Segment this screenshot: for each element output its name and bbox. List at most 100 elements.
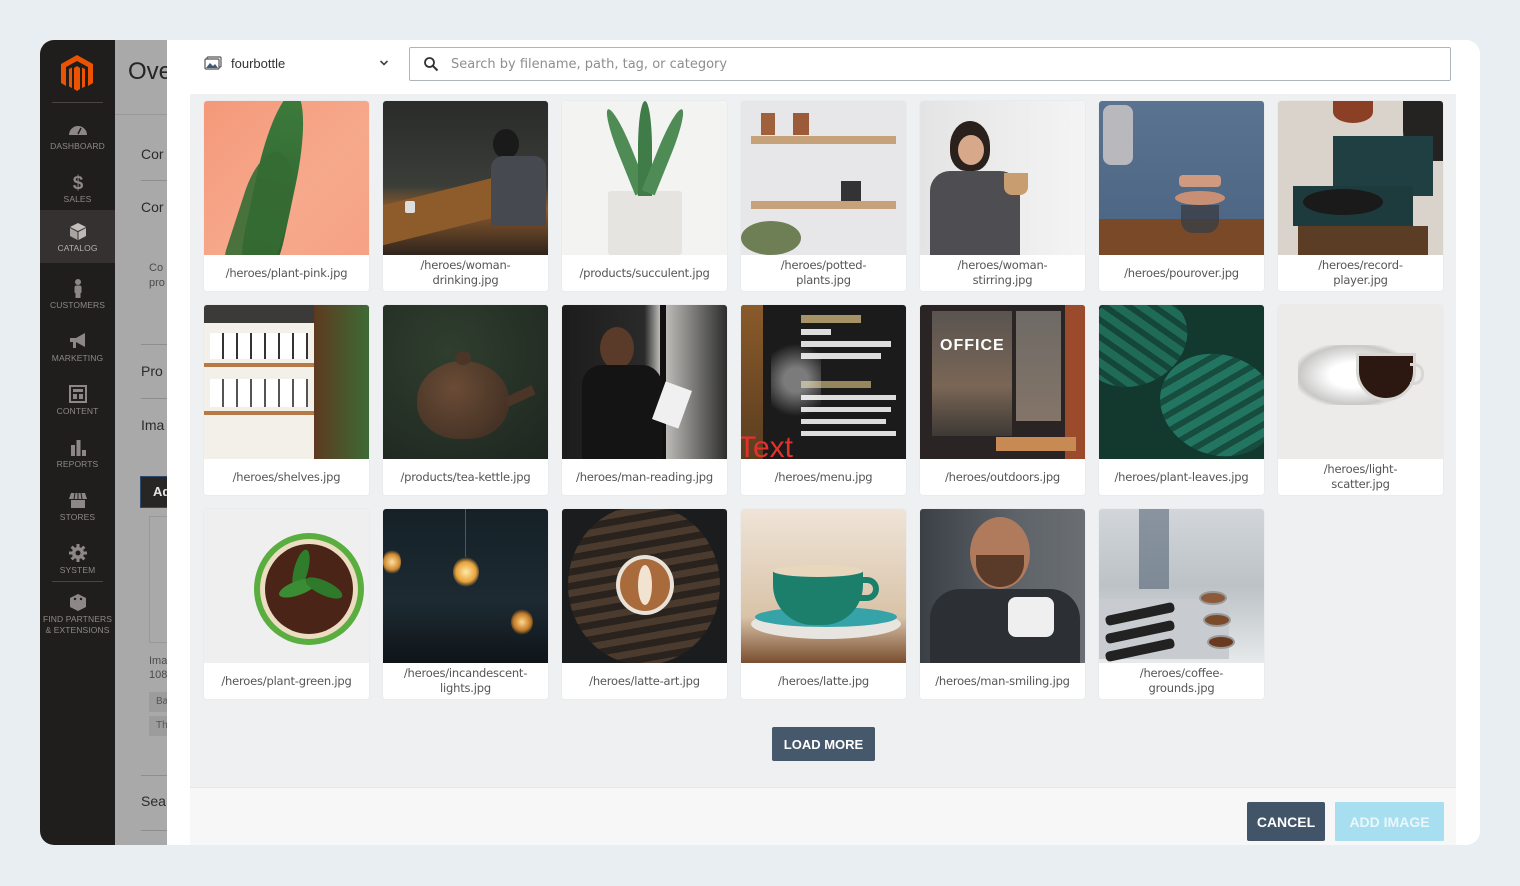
section-heading: Sea [141,793,166,809]
search-input[interactable] [451,49,1450,79]
svg-text:$: $ [72,173,83,192]
cancel-button[interactable]: CANCEL [1247,802,1325,841]
thumbnail-shape [493,129,519,159]
thumbnail-shape: OFFICE [940,337,1005,354]
thumbnail-shape [996,437,1076,451]
image-info: 108 [149,669,167,681]
thumbnail-shape [608,191,682,255]
thumbnail-shape [1203,613,1231,627]
sidebar-item-stores[interactable]: STORES [40,482,115,535]
image-card[interactable]: /heroes/latte.jpg [741,509,906,699]
image-card[interactable]: /heroes/plant-pink.jpg [204,101,369,291]
image-card[interactable]: /heroes/shelves.jpg [204,305,369,495]
image-thumbnail[interactable] [383,509,548,663]
image-thumbnail[interactable] [562,305,727,459]
image-thumbnail[interactable] [741,509,906,663]
sidebar-item-label: CONTENT [56,406,99,416]
image-card[interactable]: /heroes/coffee-grounds.jpg [1099,509,1264,699]
add-image-button[interactable]: ADD IMAGE [1335,802,1444,841]
load-more-button[interactable]: LOAD MORE [772,727,875,761]
layout-icon [68,385,87,403]
sidebar-item-label: SYSTEM [59,565,96,575]
thumbnail-shape [1008,597,1054,637]
image-thumbnail[interactable] [204,509,369,663]
image-thumbnail[interactable] [741,101,906,255]
image-card[interactable]: /heroes/record-player.jpg [1278,101,1443,291]
section-heading: Pro [141,363,163,379]
image-card[interactable]: /heroes/light-scatter.jpg [1278,305,1443,495]
image-thumbnail[interactable] [1099,305,1264,459]
image-card[interactable]: /heroes/incandescent-lights.jpg [383,509,548,699]
image-thumbnail[interactable]: Text [741,305,906,459]
image-thumbnail[interactable] [1278,305,1443,459]
image-thumbnail[interactable] [1099,509,1264,663]
image-card[interactable]: /heroes/plant-green.jpg [204,509,369,699]
image-card[interactable]: /heroes/potted-plants.jpg [741,101,906,291]
image-card[interactable]: /heroes/man-smiling.jpg [920,509,1085,699]
source-select[interactable]: fourbottle [204,50,389,76]
thumbnail-shape [383,549,401,575]
sidebar-item-label: REPORTS [56,459,99,469]
sidebar-item-label: DASHBOARD [50,141,105,151]
image-path-label: /heroes/light-scatter.jpg [1323,462,1398,491]
image-card[interactable]: /heroes/plant-leaves.jpg [1099,305,1264,495]
divider [141,180,167,181]
image-thumbnail[interactable] [920,509,1085,663]
image-card[interactable]: OFFICE /heroes/outdoors.jpg [920,305,1085,495]
thumbnail-shape [1016,311,1061,421]
thumbnail-shape [465,509,466,557]
image-card[interactable]: /heroes/woman-stirring.jpg [920,101,1085,291]
image-thumbnail[interactable] [383,305,548,459]
image-thumbnail[interactable] [204,101,369,255]
thumbnail-shape [741,221,801,255]
image-path-label: /heroes/record-player.jpg [1318,258,1403,287]
sidebar-item-label: CATALOG [57,243,98,253]
text-overlay: Text [741,431,794,460]
image-card[interactable]: /heroes/man-reading.jpg [562,305,727,495]
image-thumbnail[interactable] [383,101,548,255]
image-card[interactable]: /heroes/latte-art.jpg [562,509,727,699]
image-thumbnail[interactable] [204,305,369,459]
sidebar-item-dashboard[interactable]: DASHBOARD [40,111,115,164]
image-card[interactable]: Text/heroes/menu.jpg [741,305,906,495]
section-snippet: pro [149,277,165,289]
sidebar-item-content[interactable]: CONTENT [40,376,115,429]
image-thumbnail[interactable] [920,101,1085,255]
image-thumbnail[interactable] [562,101,727,255]
image-thumbnail[interactable] [1099,101,1264,255]
image-card[interactable]: /heroes/pourover.jpg [1099,101,1264,291]
image-picker-modal: fourbottle /heroes/plant-pink.jpg /heroe… [190,40,1456,845]
image-thumbnail[interactable]: OFFICE [920,305,1085,459]
extensions-box-icon [69,594,86,611]
person-icon [74,279,81,298]
image-path-label: /heroes/man-reading.jpg [576,469,713,484]
image-card[interactable]: /products/tea-kettle.jpg [383,305,548,495]
thumbnail-shape [638,565,652,605]
image-grid: /heroes/plant-pink.jpg /heroes/woman-dri… [204,101,1444,699]
sidebar-item-find-partners[interactable]: FIND PARTNERS & EXTENSIONS [40,588,115,644]
image-path-label: /heroes/outdoors.jpg [944,469,1061,484]
section-heading: Cor [141,146,164,162]
divider [141,775,167,776]
thumbnail-shape [1103,105,1133,165]
thumbnail-shape [453,557,479,587]
image-path-label: /heroes/incandescent-lights.jpg [403,666,528,695]
image-path-label: /heroes/menu.jpg [774,469,873,484]
sidebar-item-label: STORES [59,512,96,522]
image-path-label: /heroes/woman-stirring.jpg [957,258,1048,287]
divider [52,581,103,582]
image-thumbnail[interactable] [562,509,727,663]
role-chip: Ba [149,692,167,712]
magento-logo-icon[interactable] [60,54,94,92]
sidebar-item-marketing[interactable]: MARKETING [40,323,115,376]
image-card[interactable]: /products/succulent.jpg [562,101,727,291]
sidebar-item-catalog[interactable]: CATALOG [40,210,115,263]
thumbnail-shape [417,361,509,439]
sidebar-item-customers[interactable]: CUSTOMERS [40,270,115,323]
image-card[interactable]: /heroes/woman-drinking.jpg [383,101,548,291]
image-thumbnail[interactable] [1278,101,1443,255]
sidebar-item-reports[interactable]: REPORTS [40,429,115,482]
thumbnail-shape [600,327,634,369]
divider [115,114,167,115]
thumbnail-shape [204,363,314,367]
